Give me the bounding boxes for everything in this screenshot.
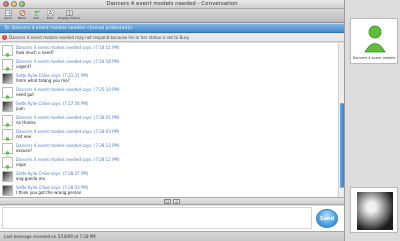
message: Dancers 4 event models needed says: (7:2…	[0, 156, 338, 173]
avatar	[2, 73, 13, 84]
message-text: urgent?	[16, 64, 32, 69]
avatar	[2, 101, 13, 112]
message-text: excuse?	[16, 148, 33, 153]
font-button[interactable]: Font	[44, 9, 56, 23]
message-text: no thanks	[16, 120, 36, 125]
message-text: need gut	[16, 92, 34, 97]
avatar	[2, 143, 13, 159]
send-file-button[interactable]: Send	[2, 9, 14, 23]
message-sender: Dancers 4 event models needed says: (7:2…	[16, 129, 120, 134]
send-button[interactable]: Send	[316, 209, 338, 228]
emoticon-button[interactable]: ☺	[164, 199, 171, 204]
avatar	[2, 157, 13, 173]
avatar	[2, 129, 13, 145]
conversation-history[interactable]: Dancers 4 event models needed says: (7:1…	[0, 43, 338, 197]
message-sender: Dancers 4 event models needed says: (7:1…	[16, 59, 120, 64]
message: Dancers 4 event models needed says: (7:1…	[0, 44, 338, 61]
recipient-text: To: Dancers 4 event models needed <[emai…	[4, 26, 133, 31]
avatar	[2, 185, 13, 196]
avatar	[2, 45, 13, 61]
status-bar: Last message received on 5/18/09 at 7:28…	[0, 231, 344, 241]
title-bar: Dancers 4 event models needed - Conversa…	[0, 0, 344, 9]
composer: Send	[0, 206, 344, 231]
toolbar-label: Display Picture	[58, 16, 81, 20]
status-bar-text: Last message received on 5/18/09 at 7:28…	[4, 234, 96, 239]
contact-sidebar: Dancers 4 event models	[344, 0, 400, 241]
status-notice: ! Dancers 4 event models needed may not …	[0, 34, 344, 42]
avatar	[2, 171, 13, 182]
block-button[interactable]: Block	[16, 9, 28, 23]
message-sender: Dancers 4 event models needed says: (7:2…	[16, 157, 120, 162]
toolbar-label: Send	[4, 16, 12, 20]
message-sender: Sette Kylie Chloe says: (7:27:56 PM)	[16, 101, 89, 106]
message: Sette Kylie Chloe says: (7:21:31 PM) hmm…	[0, 72, 338, 85]
input-toolbar: ☺ ⊙	[0, 197, 344, 205]
message-text: how much u need?	[16, 50, 54, 55]
message-input[interactable]	[2, 207, 312, 229]
window-title: Dancers 4 event models needed - Conversa…	[106, 1, 238, 7]
message: Dancers 4 event models needed says: (7:2…	[0, 114, 338, 131]
message-text: hmm what talang you mo?	[16, 78, 70, 83]
message: Dancers 4 event models needed says: (7:1…	[0, 58, 338, 75]
conversation-window: Dancers 4 event models needed - Conversa…	[0, 0, 400, 241]
toolbar-label: Font	[46, 16, 54, 20]
recipient-bar: To: Dancers 4 event models needed <[emai…	[0, 24, 344, 33]
message-text: I think you got the wrong person	[16, 190, 82, 195]
message: Dancers 4 event models needed says: (7:2…	[0, 142, 338, 159]
contact-display-picture[interactable]: Dancers 4 event models	[350, 18, 398, 64]
toolbar-label: Block	[17, 16, 27, 20]
toolbar: Send Block Add Font Display Picture	[0, 9, 344, 23]
message: Sette Kylie Chloe says: (7:28:53 PM) I t…	[0, 184, 338, 197]
message-text: nope	[16, 162, 26, 167]
warning-icon: !	[2, 35, 7, 40]
message-text: not eee	[16, 134, 32, 139]
avatar	[2, 87, 13, 103]
message: Sette Kylie Chloe says: (7:27:56 PM) jua…	[0, 100, 338, 113]
message: Dancers 4 event models needed says: (7:2…	[0, 86, 338, 103]
buddy-icon	[364, 25, 386, 53]
message-text: juan	[16, 106, 25, 111]
toolbar-label: Add	[33, 16, 39, 20]
message: Dancers 4 event models needed says: (7:2…	[0, 128, 338, 145]
display-picture-button[interactable]: Display Picture	[58, 9, 80, 23]
add-contact-button[interactable]: Add	[30, 9, 42, 23]
avatar	[2, 115, 13, 131]
message: Sette Kylie Chloe says: (7:28:37 PM) ang…	[0, 170, 338, 183]
avatar	[2, 59, 13, 75]
avatar	[357, 192, 393, 230]
own-display-picture[interactable]	[350, 187, 398, 233]
status-notice-text: Dancers 4 event models needed may not re…	[9, 35, 190, 40]
contact-name: Dancers 4 event models	[352, 56, 396, 60]
nudge-button[interactable]: ⊙	[173, 199, 180, 204]
message-text: ang ganda mo	[16, 176, 45, 181]
